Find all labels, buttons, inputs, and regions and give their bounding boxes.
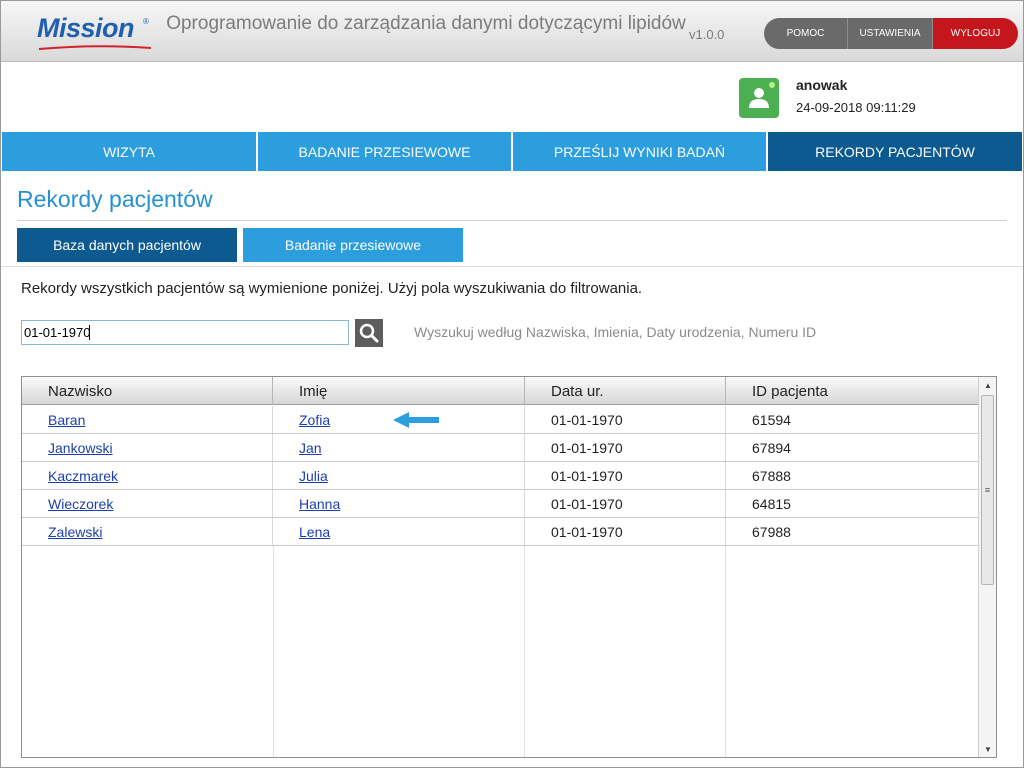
cell-first-name: Hanna — [273, 490, 525, 517]
logo-registered-mark: ® — [143, 17, 149, 26]
logo-swoosh-icon — [39, 45, 151, 50]
scroll-down-arrow-icon[interactable]: ▼ — [979, 741, 997, 757]
cell-dob: 01-01-1970 — [525, 434, 726, 461]
cell-patient-id: 67894 — [752, 439, 791, 456]
title-divider — [17, 220, 1007, 221]
last-name-link[interactable]: Kaczmarek — [48, 468, 118, 484]
cell-last-name: Baran — [22, 406, 273, 433]
page-description: Rekordy wszystkich pacjentów są wymienio… — [21, 280, 643, 297]
first-name-link[interactable]: Lena — [299, 524, 330, 540]
top-button-group: POMOC USTAWIENIA WYLOGUJ — [764, 18, 1018, 49]
first-name-link[interactable]: Julia — [299, 468, 328, 484]
app-title: Oprogramowanie do zarządzania danymi dot… — [166, 13, 686, 34]
cell-patient-id: 67888 — [752, 467, 791, 484]
last-name-link[interactable]: Baran — [48, 412, 85, 428]
table-row[interactable]: Baran Zofia 01-01-1970 61594 — [22, 406, 978, 434]
first-name-link[interactable]: Zofia — [299, 412, 330, 428]
cell-dob: 01-01-1970 — [525, 406, 726, 433]
tab-badanie-przesiewowe[interactable]: BADANIE PRZESIEWOWE — [258, 132, 513, 171]
tab-przeslij-wyniki[interactable]: PRZEŚLIJ WYNIKI BADAŃ — [513, 132, 768, 171]
cell-last-name: Jankowski — [22, 434, 273, 461]
subtab-screening[interactable]: Badanie przesiewowe — [243, 228, 463, 262]
cell-patient-id: 61594 — [752, 411, 791, 428]
last-name-link[interactable]: Jankowski — [48, 440, 113, 456]
arrow-left-icon — [393, 412, 439, 428]
table-row[interactable]: Jankowski Jan 01-01-1970 67894 — [22, 434, 978, 462]
username: anowak — [796, 77, 848, 93]
column-header-first-name[interactable]: Imię — [273, 377, 525, 405]
cell-last-name: Kaczmarek — [22, 462, 273, 489]
version-label: v1.0.0 — [689, 27, 725, 42]
logo-text: Mission — [37, 13, 135, 43]
search-button[interactable] — [355, 319, 383, 347]
column-divider — [273, 546, 274, 757]
search-hint: Wyszukuj według Nazwiska, Imienia, Daty … — [414, 324, 817, 340]
settings-button[interactable]: USTAWIENIA — [848, 18, 933, 49]
logout-button[interactable]: WYLOGUJ — [933, 18, 1018, 49]
help-button[interactable]: POMOC — [764, 18, 848, 49]
last-name-link[interactable]: Zalewski — [48, 524, 102, 540]
content-divider — [1, 266, 1023, 267]
column-header-patient-id[interactable]: ID pacjenta — [726, 377, 978, 405]
main-nav: WIZYTA BADANIE PRZESIEWOWE PRZEŚLIJ WYNI… — [2, 132, 1022, 171]
online-status-dot — [769, 82, 775, 88]
cell-first-name: Julia — [273, 462, 525, 489]
login-datetime: 24-09-2018 09:11:29 — [796, 100, 916, 115]
tab-rekordy-pacjentow[interactable]: REKORDY PACJENTÓW — [768, 132, 1022, 171]
table-row[interactable]: Wieczorek Hanna 01-01-1970 64815 — [22, 490, 978, 518]
first-name-link[interactable]: Hanna — [299, 496, 340, 512]
first-name-link[interactable]: Jan — [299, 440, 322, 456]
tab-wizyta[interactable]: WIZYTA — [2, 132, 258, 171]
last-name-link[interactable]: Wieczorek — [48, 496, 113, 512]
search-input[interactable] — [21, 320, 349, 345]
column-header-last-name[interactable]: Nazwisko — [22, 377, 273, 405]
header-bar: Mission ® Oprogramowanie do zarządzania … — [1, 1, 1023, 62]
cell-patient-id: 67988 — [752, 523, 791, 540]
app-window: Mission ® Oprogramowanie do zarządzania … — [0, 0, 1024, 768]
table-header: Nazwisko Imię Data ur. ID pacjenta — [22, 377, 978, 405]
patient-table: Nazwisko Imię Data ur. ID pacjenta Baran… — [21, 376, 997, 758]
cell-first-name: Lena — [273, 518, 525, 545]
cell-dob: 01-01-1970 — [525, 462, 726, 489]
scroll-thumb[interactable]: ≡ — [981, 395, 994, 585]
cell-dob: 01-01-1970 — [525, 490, 726, 517]
search-icon — [359, 323, 379, 343]
avatar — [739, 78, 779, 118]
scroll-up-arrow-icon[interactable]: ▲ — [979, 377, 997, 393]
cell-first-name: Jan — [273, 434, 525, 461]
text-caret — [89, 325, 90, 340]
column-divider — [725, 546, 726, 757]
cell-patient-id: 64815 — [752, 495, 791, 512]
column-header-dob[interactable]: Data ur. — [525, 377, 726, 405]
table-scrollbar[interactable]: ▲ ≡ ▼ — [978, 377, 996, 757]
cell-last-name: Wieczorek — [22, 490, 273, 517]
user-icon — [749, 88, 769, 108]
table-body: Baran Zofia 01-01-1970 61594 Jankowski J… — [22, 406, 978, 546]
table-row[interactable]: Kaczmarek Julia 01-01-1970 67888 — [22, 462, 978, 490]
cell-last-name: Zalewski — [22, 518, 273, 545]
subtab-patient-database[interactable]: Baza danych pacjentów — [17, 228, 237, 262]
cell-dob: 01-01-1970 — [525, 518, 726, 545]
subtab-group: Baza danych pacjentów Badanie przesiewow… — [17, 228, 469, 262]
column-divider — [524, 546, 525, 757]
table-row[interactable]: Zalewski Lena 01-01-1970 67988 — [22, 518, 978, 546]
page-title: Rekordy pacjentów — [17, 186, 213, 212]
mission-logo: Mission ® — [37, 13, 155, 53]
